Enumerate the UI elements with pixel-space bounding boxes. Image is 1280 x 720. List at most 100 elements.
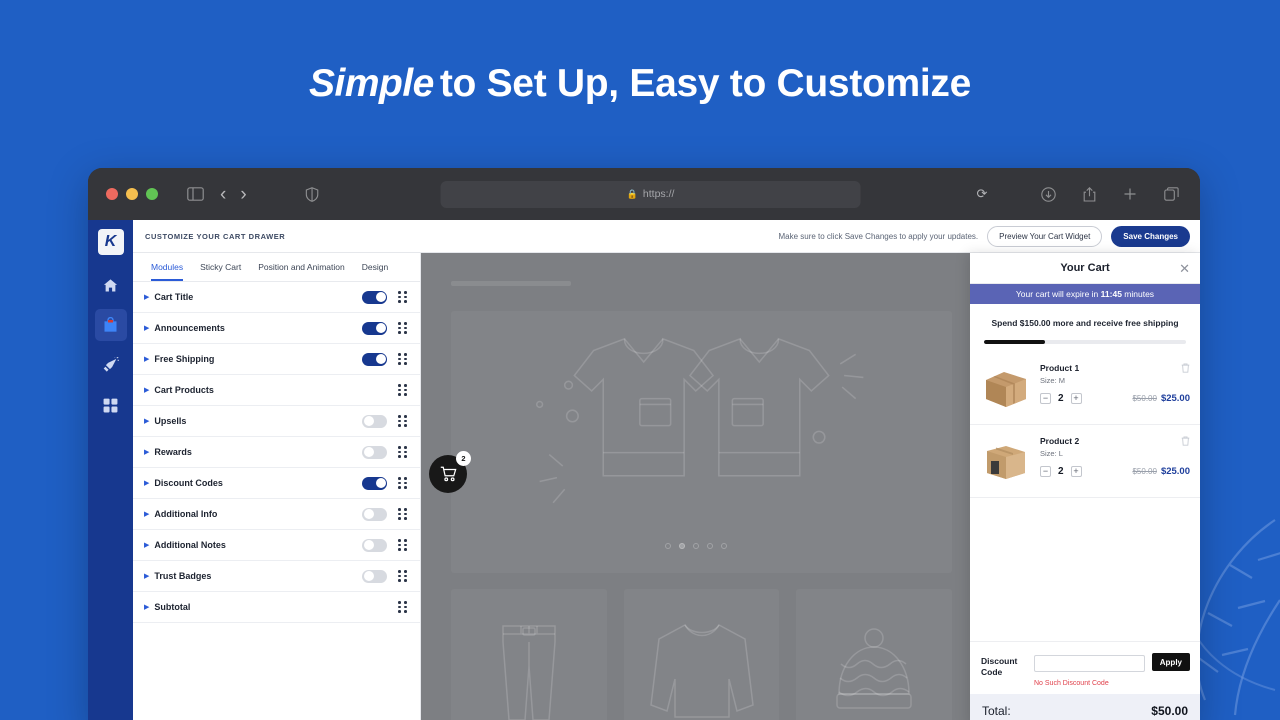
app-logo[interactable]: K bbox=[97, 229, 124, 255]
module-row-discount-codes[interactable]: ▶ Discount Codes bbox=[133, 468, 420, 499]
close-drawer-button[interactable]: ✕ bbox=[1179, 262, 1190, 275]
drag-handle-icon[interactable] bbox=[398, 384, 407, 396]
module-row-free-shipping[interactable]: ▶ Free Shipping bbox=[133, 344, 420, 375]
product-card-sweater[interactable] bbox=[623, 589, 780, 720]
carousel-dot[interactable] bbox=[706, 543, 713, 549]
download-icon[interactable] bbox=[1037, 183, 1059, 205]
app-viewport: K CUSTOMIZE YOUR CART DRAWER Make sure t… bbox=[88, 220, 1200, 720]
storefront-preview: 2 bbox=[421, 253, 970, 720]
sidebar-item-cart[interactable] bbox=[94, 309, 127, 341]
module-toggle[interactable] bbox=[362, 321, 387, 335]
drag-handle-icon[interactable] bbox=[398, 353, 407, 365]
product-card-pants[interactable] bbox=[451, 589, 607, 720]
carousel-dot[interactable] bbox=[692, 543, 699, 549]
carousel-dot[interactable] bbox=[720, 543, 727, 549]
free-shipping-progress-bar bbox=[984, 340, 1186, 345]
expand-caret-icon[interactable]: ▶ bbox=[144, 293, 149, 301]
floating-cart-button[interactable]: 2 bbox=[429, 451, 471, 493]
expand-caret-icon[interactable]: ▶ bbox=[144, 355, 149, 363]
sidebar-icon[interactable] bbox=[184, 183, 206, 205]
carousel-dots[interactable] bbox=[421, 543, 970, 549]
module-label: Discount Codes bbox=[154, 478, 223, 488]
window-controls[interactable] bbox=[106, 188, 158, 200]
carousel-dot[interactable] bbox=[664, 543, 671, 549]
panel-tabs: Modules Sticky Cart Position and Animati… bbox=[133, 253, 420, 282]
cart-item-quantity-row: − 2 + $50.00 $25.00 bbox=[1040, 466, 1190, 478]
expand-caret-icon[interactable]: ▶ bbox=[144, 541, 149, 549]
product-thumbnail[interactable] bbox=[981, 436, 1031, 486]
module-row-upsells[interactable]: ▶ Upsells bbox=[133, 406, 420, 437]
privacy-shield-icon[interactable] bbox=[301, 183, 323, 205]
expand-caret-icon[interactable]: ▶ bbox=[144, 324, 149, 332]
module-toggle[interactable] bbox=[362, 445, 387, 459]
back-button[interactable]: ‹ bbox=[220, 185, 226, 204]
drag-handle-icon[interactable] bbox=[398, 415, 407, 427]
module-row-additional-notes[interactable]: ▶ Additional Notes bbox=[133, 530, 420, 561]
sidebar-item-announcements[interactable] bbox=[95, 349, 127, 381]
carousel-dot-active[interactable] bbox=[678, 543, 685, 549]
module-label: Additional Notes bbox=[154, 540, 226, 550]
module-toggle[interactable] bbox=[362, 569, 387, 583]
expand-caret-icon[interactable]: ▶ bbox=[144, 479, 149, 487]
app-header: CUSTOMIZE YOUR CART DRAWER Make sure to … bbox=[133, 220, 1200, 253]
module-row-subtotal[interactable]: ▶ Subtotal bbox=[133, 592, 420, 623]
sidebar-item-home[interactable] bbox=[95, 269, 127, 301]
drag-handle-icon[interactable] bbox=[398, 570, 407, 582]
module-toggle[interactable] bbox=[362, 414, 387, 428]
drag-handle-icon[interactable] bbox=[398, 322, 407, 334]
minimize-window-button[interactable] bbox=[126, 188, 138, 200]
maximize-window-button[interactable] bbox=[146, 188, 158, 200]
apply-discount-button[interactable]: Apply bbox=[1151, 653, 1190, 671]
new-tab-icon[interactable] bbox=[1119, 183, 1141, 205]
tab-modules[interactable]: Modules bbox=[151, 262, 184, 281]
expand-caret-icon[interactable]: ▶ bbox=[144, 603, 149, 611]
module-toggle[interactable] bbox=[362, 507, 387, 521]
module-row-cart-products[interactable]: ▶ Cart Products bbox=[133, 375, 420, 406]
sidebar-item-apps[interactable] bbox=[95, 389, 127, 421]
module-toggle[interactable] bbox=[362, 476, 387, 490]
share-icon[interactable] bbox=[1078, 183, 1100, 205]
tab-position-and-animation[interactable]: Position and Animation bbox=[258, 262, 344, 281]
drag-handle-icon[interactable] bbox=[398, 291, 407, 303]
discount-code-input[interactable] bbox=[1034, 655, 1145, 672]
address-bar[interactable]: 🔒 https:// bbox=[440, 180, 861, 208]
product-thumbnail[interactable] bbox=[981, 363, 1031, 413]
module-row-announcements[interactable]: ▶ Announcements bbox=[133, 313, 420, 344]
drag-handle-icon[interactable] bbox=[398, 477, 407, 489]
decrease-quantity-button[interactable]: − bbox=[1040, 393, 1051, 405]
increase-quantity-button[interactable]: + bbox=[1070, 393, 1082, 405]
decrease-quantity-button[interactable]: − bbox=[1040, 466, 1051, 478]
expand-caret-icon[interactable]: ▶ bbox=[144, 572, 149, 580]
module-row-cart-title[interactable]: ▶ Cart Title bbox=[133, 282, 420, 313]
reload-button[interactable]: ⟳ bbox=[977, 186, 988, 202]
expand-caret-icon[interactable]: ▶ bbox=[144, 510, 149, 518]
tabs-overview-icon[interactable] bbox=[1160, 183, 1182, 205]
module-toggle[interactable] bbox=[362, 290, 387, 304]
close-window-button[interactable] bbox=[106, 188, 118, 200]
drag-handle-icon[interactable] bbox=[398, 508, 407, 520]
expand-caret-icon[interactable]: ▶ bbox=[144, 386, 149, 394]
module-toggle[interactable] bbox=[362, 352, 387, 366]
module-toggle-placeholder bbox=[362, 384, 387, 397]
remove-item-button[interactable] bbox=[1181, 363, 1190, 375]
module-row-rewards[interactable]: ▶ Rewards bbox=[133, 437, 420, 468]
remove-item-button[interactable] bbox=[1181, 436, 1190, 448]
preview-cart-widget-button[interactable]: Preview Your Cart Widget bbox=[987, 225, 1103, 247]
increase-quantity-button[interactable]: + bbox=[1070, 466, 1082, 478]
expand-caret-icon[interactable]: ▶ bbox=[144, 448, 149, 456]
save-changes-button[interactable]: Save Changes bbox=[1111, 225, 1190, 247]
forward-button[interactable]: › bbox=[240, 185, 246, 204]
app-sidebar: K bbox=[88, 220, 133, 720]
product-card-beanie[interactable] bbox=[796, 589, 953, 720]
module-row-trust-badges[interactable]: ▶ Trust Badges bbox=[133, 561, 420, 592]
module-row-additional-info[interactable]: ▶ Additional Info bbox=[133, 499, 420, 530]
expand-caret-icon[interactable]: ▶ bbox=[144, 417, 149, 425]
drag-handle-icon[interactable] bbox=[398, 446, 407, 458]
tab-sticky-cart[interactable]: Sticky Cart bbox=[200, 262, 241, 281]
cart-bag-icon bbox=[104, 317, 117, 332]
drag-handle-icon[interactable] bbox=[398, 539, 407, 551]
headline-emphasis: Simple bbox=[308, 62, 434, 105]
module-toggle[interactable] bbox=[362, 538, 387, 552]
drag-handle-icon[interactable] bbox=[398, 601, 407, 613]
tab-design[interactable]: Design bbox=[362, 262, 388, 281]
